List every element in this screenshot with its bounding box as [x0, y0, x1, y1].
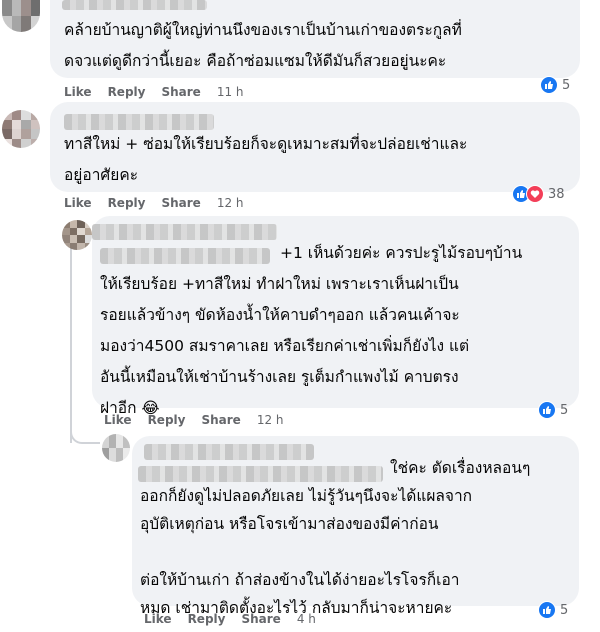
share-button[interactable]: Share	[161, 196, 200, 210]
comment-bubble: +1 เห็นด้วยค่ะ ควรปะรูไม้รอบๆบ้าน ให้เรี…	[92, 216, 579, 417]
reaction-count: 5	[560, 402, 569, 418]
share-button[interactable]: Share	[241, 612, 280, 626]
comment-actions: Like Reply Share 12 h	[64, 196, 244, 210]
like-button[interactable]: Like	[64, 196, 92, 210]
reply-button[interactable]: Reply	[148, 413, 186, 427]
reaction-count: 5	[560, 602, 569, 618]
like-icon	[538, 401, 556, 419]
thread-line	[70, 228, 72, 443]
like-icon	[540, 76, 558, 94]
share-button[interactable]: Share	[201, 413, 240, 427]
timestamp[interactable]: 11 h	[217, 85, 244, 99]
heart-icon	[526, 185, 544, 203]
comment-bubble: คล้ายบ้านญาติผู้ใหญ่ท่านนึงของเราเป็นบ้า…	[50, 0, 580, 78]
reaction-summary[interactable]: 5	[540, 76, 570, 94]
author-name[interactable]	[62, 0, 207, 10]
comment-text: คล้ายบ้านญาติผู้ใหญ่ท่านนึงของเราเป็นบ้า…	[64, 21, 462, 70]
avatar[interactable]	[2, 110, 40, 148]
like-button[interactable]: Like	[144, 612, 172, 626]
comment-actions: Like Reply Share 12 h	[104, 413, 284, 427]
comment-text: ใช่คะ ตัดเรื่องหลอนๆ ออกก็ยังดูไม่ปลอดภั…	[140, 459, 531, 617]
reaction-summary[interactable]: 5	[538, 601, 568, 619]
share-button[interactable]: Share	[161, 85, 200, 99]
timestamp[interactable]: 4 h	[297, 612, 316, 626]
comment-bubble: ทาสีใหม่ + ซ่อมให้เรียบร้อยก็จะดูเหมาะสม…	[50, 102, 580, 192]
timestamp[interactable]: 12 h	[257, 413, 284, 427]
avatar[interactable]	[62, 220, 92, 250]
like-icon	[538, 601, 556, 619]
comment-text: +1 เห็นด้วยค่ะ ควรปะรูไม้รอบๆบ้าน ให้เรี…	[100, 244, 523, 417]
comment-bubble: ใช่คะ ตัดเรื่องหลอนๆ ออกก็ยังดูไม่ปลอดภั…	[132, 436, 579, 617]
avatar[interactable]	[2, 0, 40, 32]
like-button[interactable]: Like	[104, 413, 132, 427]
reaction-count: 5	[562, 77, 571, 93]
timestamp[interactable]: 12 h	[217, 196, 244, 210]
comment-actions: Like Reply Share 4 h	[144, 612, 316, 626]
thread-connector	[70, 420, 100, 444]
reply-button[interactable]: Reply	[188, 612, 226, 626]
comment-actions: Like Reply Share 11 h	[64, 85, 244, 99]
author-name[interactable]	[64, 114, 214, 130]
reaction-count: 38	[548, 186, 565, 202]
reaction-summary[interactable]: 38	[512, 185, 565, 203]
reply-button[interactable]: Reply	[108, 196, 146, 210]
comment-text: ทาสีใหม่ + ซ่อมให้เรียบร้อยก็จะดูเหมาะสม…	[64, 135, 468, 184]
reaction-summary[interactable]: 5	[538, 401, 568, 419]
avatar[interactable]	[102, 434, 130, 462]
reply-button[interactable]: Reply	[108, 85, 146, 99]
like-button[interactable]: Like	[64, 85, 92, 99]
